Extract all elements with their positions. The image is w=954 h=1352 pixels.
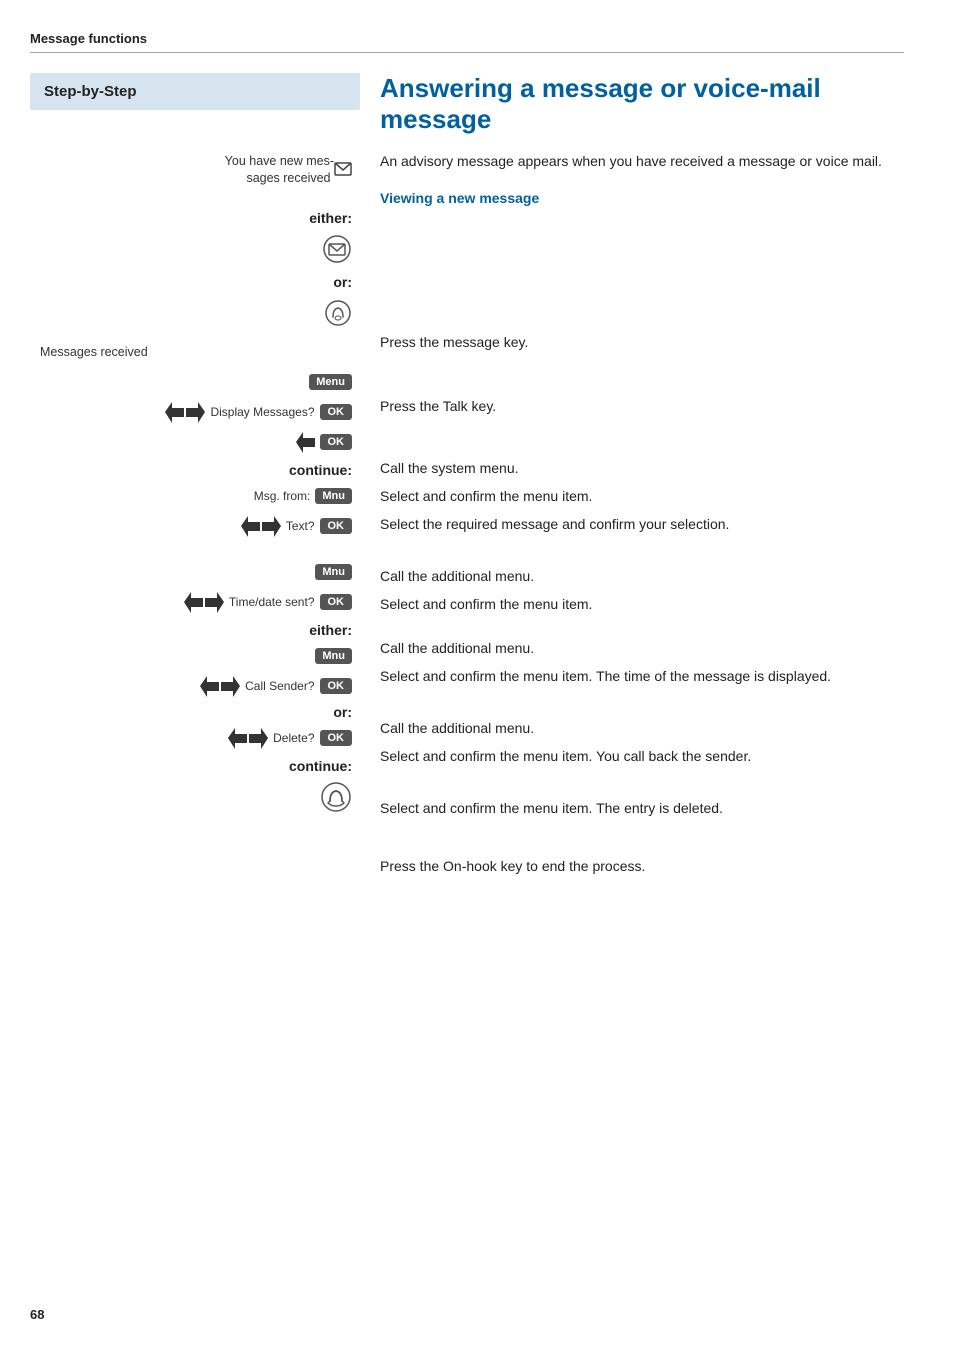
display-messages-row: Display Messages? OK <box>30 398 360 426</box>
right-spacer-or-1 <box>380 362 904 386</box>
right-mnu-2: Call the additional menu. <box>380 634 904 662</box>
right-delete: Select and confirm the menu item. The en… <box>380 794 904 822</box>
time-date-text: Select and confirm the menu item. The ti… <box>380 667 831 687</box>
talk-icon <box>324 299 352 330</box>
nav-arrows-5 <box>228 728 268 749</box>
nav-arrows-1 <box>165 402 205 423</box>
select-confirm-text-2: Select and confirm the menu item. <box>380 595 592 615</box>
new-messages-label: You have new mes-sages received <box>225 153 334 188</box>
right-msg-from: Call the additional menu. <box>380 562 904 590</box>
select-confirm-text-1: Select and confirm the menu item. <box>380 487 592 507</box>
ok-button-1[interactable]: OK <box>320 404 353 420</box>
time-date-label: Time/date sent? <box>229 595 315 609</box>
select-message-text: Select the required message and confirm … <box>380 515 729 535</box>
msg-from-row: Msg. from: Mnu <box>30 482 360 510</box>
delete-row: Delete? OK <box>30 724 360 752</box>
right-spacer-msg-rcv <box>380 426 904 454</box>
right-select-message: Select the required message and confirm … <box>380 510 904 538</box>
page-number: 68 <box>30 1307 44 1322</box>
delete-text: Select and confirm the menu item. The en… <box>380 799 723 819</box>
display-messages-label: Display Messages? <box>210 405 314 419</box>
page-header: Message functions <box>30 30 904 53</box>
onhook-text: Press the On-hook key to end the process… <box>380 857 645 877</box>
mnu-btn-row-2: Mnu <box>30 558 360 586</box>
mnu-button-3[interactable]: Mnu <box>315 648 352 664</box>
keyword-or-1: or: <box>30 274 360 290</box>
right-spacer-or-2 <box>380 770 904 794</box>
ok-button-4[interactable]: OK <box>320 594 353 610</box>
mnu-button-1[interactable]: Mnu <box>315 488 352 504</box>
nav-arrows-down-1 <box>296 432 315 453</box>
keyword-continue-1: continue: <box>30 462 360 478</box>
call-sender-row: Call Sender? OK <box>30 672 360 700</box>
two-col-layout: Step-by-Step You have new mes-sages rece… <box>30 73 904 886</box>
main-title: Answering a message or voice-mail messag… <box>380 73 904 135</box>
right-mnu-3: Call the additional menu. <box>380 714 904 742</box>
select-message-row: OK <box>30 428 360 456</box>
envelope-large-icon <box>322 234 352 267</box>
ok-button-2[interactable]: OK <box>320 434 353 450</box>
right-spacer-new-msg <box>380 218 904 298</box>
ok-button-6[interactable]: OK <box>320 730 353 746</box>
time-date-row: Time/date sent? OK <box>30 588 360 616</box>
ok-button-3[interactable]: OK <box>320 518 353 534</box>
text-label: Text? <box>286 519 315 533</box>
keyword-or-2: or: <box>30 704 360 720</box>
message-key-text: Press the message key. <box>380 333 528 353</box>
call-sender-text: Select and confirm the menu item. You ca… <box>380 747 751 767</box>
right-spacer-continue-1 <box>380 538 904 562</box>
mnu-button-2[interactable]: Mnu <box>315 564 352 580</box>
call-additional-menu-text-3: Call the additional menu. <box>380 719 534 739</box>
onhook-icon <box>320 781 352 816</box>
keyword-continue-2: continue: <box>30 758 360 774</box>
sub-heading: Viewing a new message <box>380 190 904 206</box>
page: Message functions Step-by-Step You have … <box>0 0 954 1352</box>
call-sender-label: Call Sender? <box>245 679 314 693</box>
keyword-either-2: either: <box>30 622 360 638</box>
talk-key-text: Press the Talk key. <box>380 397 496 417</box>
call-additional-menu-text-1: Call the additional menu. <box>380 567 534 587</box>
right-column: Answering a message or voice-mail messag… <box>360 73 904 886</box>
talk-key-row <box>30 294 360 334</box>
msg-from-label: Msg. from: <box>254 489 311 503</box>
right-onhook: Press the On-hook key to end the process… <box>380 846 904 886</box>
keyword-either-1: either: <box>30 210 360 226</box>
right-message-key: Press the message key. <box>380 322 904 362</box>
page-header-title: Message functions <box>30 31 147 46</box>
left-column: Step-by-Step You have new mes-sages rece… <box>30 73 360 886</box>
right-display-messages: Select and confirm the menu item. <box>380 482 904 510</box>
nav-arrows-2 <box>241 516 281 537</box>
messages-received-text: Messages received <box>40 345 148 359</box>
onhook-row <box>30 778 360 818</box>
step-by-step-header: Step-by-Step <box>30 73 360 110</box>
right-spacer-continue-2 <box>380 822 904 846</box>
message-key-row <box>30 230 360 270</box>
text-row: Text? OK <box>30 512 360 540</box>
mnu-btn-row-3: Mnu <box>30 642 360 670</box>
right-spacer-either-1 <box>380 298 904 322</box>
intro-text: An advisory message appears when you hav… <box>380 151 904 172</box>
nav-arrows-4 <box>200 676 240 697</box>
steps-content: You have new mes-sages received either: <box>30 110 360 818</box>
right-text: Select and confirm the menu item. <box>380 590 904 618</box>
envelope-small-icon <box>334 162 352 179</box>
call-system-menu-text: Call the system menu. <box>380 459 519 479</box>
right-spacer-2 <box>380 618 904 634</box>
nav-arrows-3 <box>184 592 224 613</box>
new-messages-row: You have new mes-sages received <box>30 130 360 210</box>
right-menu-1: Call the system menu. <box>380 454 904 482</box>
delete-label: Delete? <box>273 731 314 745</box>
right-call-sender: Select and confirm the menu item. You ca… <box>380 742 904 770</box>
messages-received-label: Messages received <box>30 338 360 366</box>
right-talk-key: Press the Talk key. <box>380 386 904 426</box>
menu-btn-row-1: Menu <box>30 368 360 396</box>
menu-button-1[interactable]: Menu <box>309 374 352 390</box>
spacer-1 <box>30 542 360 558</box>
right-time-date: Select and confirm the menu item. The ti… <box>380 662 904 690</box>
right-spacer-either-2 <box>380 690 904 714</box>
call-additional-menu-text-2: Call the additional menu. <box>380 639 534 659</box>
ok-button-5[interactable]: OK <box>320 678 353 694</box>
